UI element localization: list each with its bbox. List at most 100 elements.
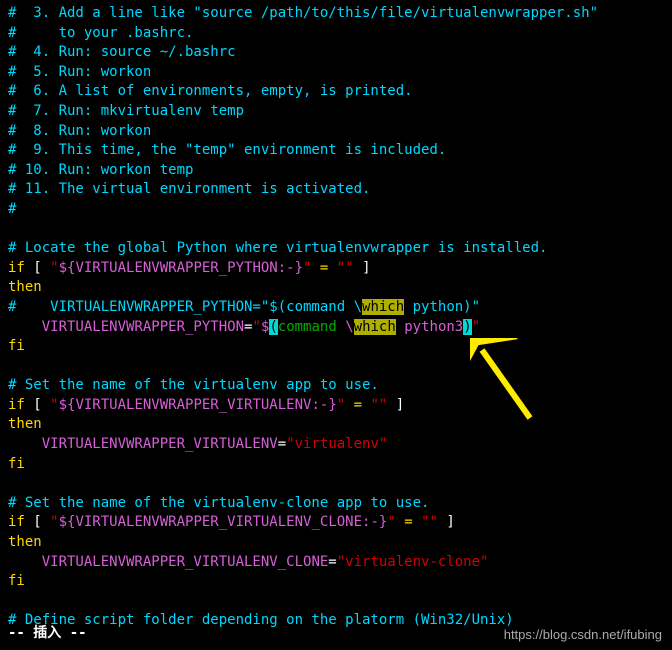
- vim-mode-indicator: -- 插入 --: [8, 624, 87, 644]
- code-token: =: [404, 514, 412, 530]
- code-line: # 3. Add a line like "source /path/to/th…: [8, 4, 664, 24]
- code-token: [8, 358, 16, 374]
- code-token: then: [8, 534, 42, 550]
- code-token: # 7. Run: mkvirtualenv temp: [8, 103, 244, 119]
- code-token: "": [337, 260, 354, 276]
- code-token: [8, 554, 42, 570]
- code-line: # Set the name of the virtualenv-clone a…: [8, 494, 664, 514]
- code-token: python3: [404, 319, 463, 335]
- code-token: ${VIRTUALENVWRAPPER_VIRTUALENV:-}: [59, 397, 337, 413]
- code-token: "virtualenv-clone": [337, 554, 489, 570]
- code-token: # Set the name of the virtualenv-clone a…: [8, 495, 429, 511]
- code-token: ]: [354, 260, 371, 276]
- code-token: [: [25, 514, 50, 530]
- code-token: [8, 475, 16, 491]
- code-token: # 6. A list of environments, empty, is p…: [8, 83, 413, 99]
- code-editor-viewport[interactable]: # 3. Add a line like "source /path/to/th…: [8, 4, 664, 631]
- code-token: [8, 593, 16, 609]
- code-line: VIRTUALENVWRAPPER_VIRTUALENV="virtualenv…: [8, 435, 664, 455]
- code-token: [8, 319, 42, 335]
- code-line: #: [8, 200, 664, 220]
- code-token: =: [354, 397, 362, 413]
- code-line: [8, 474, 664, 494]
- code-token: VIRTUALENVWRAPPER_VIRTUALENV: [42, 436, 278, 452]
- code-token: ": [337, 397, 345, 413]
- code-token: python)": [404, 299, 480, 315]
- code-line: then: [8, 278, 664, 298]
- code-token: ${VIRTUALENVWRAPPER_VIRTUALENV_CLONE:-}: [59, 514, 388, 530]
- code-token: ": [252, 319, 260, 335]
- code-token: "": [421, 514, 438, 530]
- code-token: # VIRTUALENVWRAPPER_PYTHON="$(command \: [8, 299, 362, 315]
- code-token: (: [269, 319, 277, 335]
- code-token: [413, 514, 421, 530]
- code-token: [: [25, 397, 50, 413]
- code-token: if: [8, 397, 25, 413]
- code-token: # Set the name of the virtualenv app to …: [8, 377, 379, 393]
- code-line: # 6. A list of environments, empty, is p…: [8, 82, 664, 102]
- code-line: # 9. This time, the "temp" environment i…: [8, 141, 664, 161]
- code-token: # Locate the global Python where virtual…: [8, 240, 547, 256]
- code-token: ": [50, 397, 58, 413]
- code-line: # Set the name of the virtualenv app to …: [8, 376, 664, 396]
- code-line: # 8. Run: workon: [8, 122, 664, 142]
- code-token: # 11. The virtual environment is activat…: [8, 181, 370, 197]
- code-token: [: [25, 260, 50, 276]
- code-token: fi: [8, 456, 25, 472]
- code-line: fi: [8, 337, 664, 357]
- code-token: "virtualenv": [286, 436, 387, 452]
- code-token: [8, 221, 16, 237]
- code-token: # 3. Add a line like "source /path/to/th…: [8, 5, 598, 21]
- code-token: #: [8, 201, 16, 217]
- code-line: VIRTUALENVWRAPPER_VIRTUALENV_CLONE="virt…: [8, 553, 664, 573]
- code-token: if: [8, 514, 25, 530]
- code-token: ": [50, 260, 58, 276]
- code-line: # VIRTUALENVWRAPPER_PYTHON="$(command \w…: [8, 298, 664, 318]
- code-line: [8, 220, 664, 240]
- watermark-text: https://blog.csdn.net/ifubing: [504, 626, 662, 644]
- code-token: fi: [8, 573, 25, 589]
- code-line: [8, 592, 664, 612]
- code-token: =: [278, 436, 286, 452]
- code-token: ": [387, 514, 395, 530]
- code-token: ]: [387, 397, 404, 413]
- code-token: ): [463, 319, 471, 335]
- code-token: ${VIRTUALENVWRAPPER_PYTHON:-}: [59, 260, 303, 276]
- code-token: VIRTUALENVWRAPPER_VIRTUALENV_CLONE: [42, 554, 329, 570]
- code-line: if [ "${VIRTUALENVWRAPPER_VIRTUALENV:-}"…: [8, 396, 664, 416]
- code-line: # 5. Run: workon: [8, 63, 664, 83]
- code-line: # 11. The virtual environment is activat…: [8, 180, 664, 200]
- code-token: [345, 397, 353, 413]
- code-token: \: [345, 319, 353, 335]
- code-token: ]: [438, 514, 455, 530]
- code-token: # 4. Run: source ~/.bashrc: [8, 44, 236, 60]
- code-token: # 8. Run: workon: [8, 123, 151, 139]
- code-line: then: [8, 533, 664, 553]
- code-line: fi: [8, 572, 664, 592]
- code-token: if: [8, 260, 25, 276]
- code-token: VIRTUALENVWRAPPER_PYTHON: [42, 319, 244, 335]
- code-token: fi: [8, 338, 25, 354]
- code-line: fi: [8, 455, 664, 475]
- code-line: [8, 357, 664, 377]
- code-token: which: [354, 319, 396, 335]
- code-line: # 10. Run: workon temp: [8, 161, 664, 181]
- code-token: # to your .bashrc.: [8, 25, 193, 41]
- code-token: =: [328, 554, 336, 570]
- code-token: then: [8, 416, 42, 432]
- code-line: # Locate the global Python where virtual…: [8, 239, 664, 259]
- code-token: # 9. This time, the "temp" environment i…: [8, 142, 446, 158]
- code-line: # to your .bashrc.: [8, 24, 664, 44]
- code-token: which: [362, 299, 404, 315]
- code-token: [396, 514, 404, 530]
- code-line: then: [8, 415, 664, 435]
- code-line: # 7. Run: mkvirtualenv temp: [8, 102, 664, 122]
- code-line: VIRTUALENVWRAPPER_PYTHON="$(command \whi…: [8, 318, 664, 338]
- code-token: [396, 319, 404, 335]
- code-token: "": [371, 397, 388, 413]
- code-token: # 5. Run: workon: [8, 64, 151, 80]
- code-token: # 10. Run: workon temp: [8, 162, 193, 178]
- code-token: [328, 260, 336, 276]
- code-token: [8, 436, 42, 452]
- code-token: command: [278, 319, 345, 335]
